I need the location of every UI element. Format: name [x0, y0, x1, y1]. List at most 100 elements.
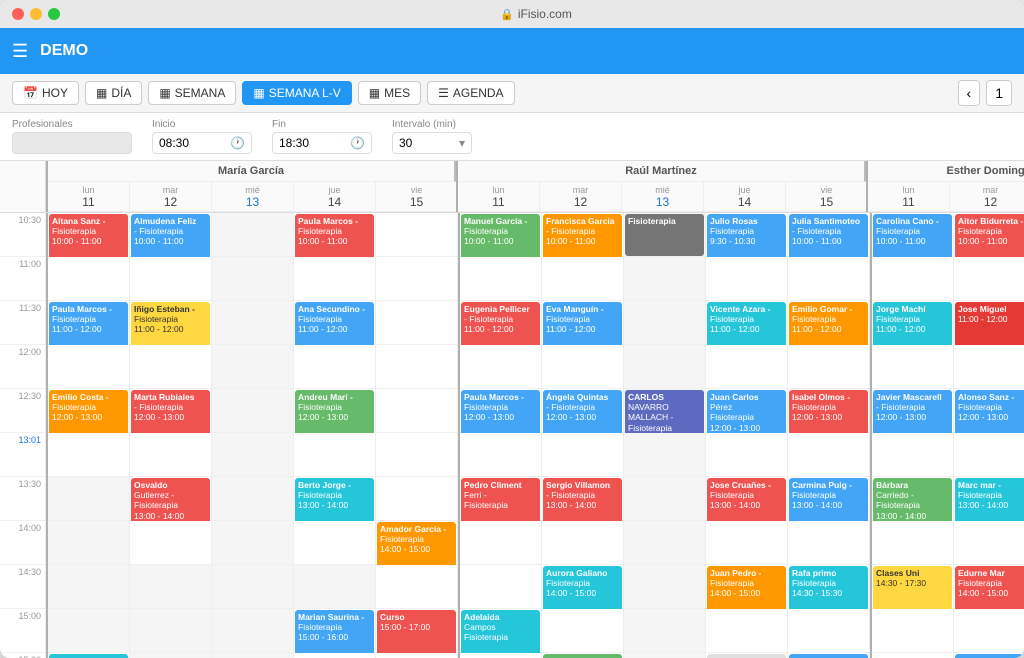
nav-next[interactable]: 1	[986, 80, 1012, 106]
esther-mar-slot-1300	[954, 433, 1024, 477]
day-esther-lun: lun11	[868, 182, 950, 212]
maria-jue-slot-1430	[294, 565, 375, 609]
raul-jue-col: Julio Rosas Fisioterapia 9:30 - 10:30 Vi…	[706, 213, 788, 658]
day-raul-mie: mié13	[622, 182, 704, 212]
maria-vie-slot-1330	[376, 477, 457, 521]
maria-lun-slot-1530: Joaquín Martínez - Fisioterapia 15:00 - …	[48, 653, 129, 658]
raul-vie-slot-1130: Emilio Gomar - Fisioterapia 11:00 - 12:0…	[788, 301, 869, 345]
event-marian-saurina[interactable]: Marian Saurina - Fisioterapia 15:00 - 16…	[295, 610, 374, 658]
btn-agenda[interactable]: ☰ AGENDA	[427, 81, 514, 105]
raul-jue-slot-1300	[706, 433, 787, 477]
raul-jue-slot-1430: Juan Pedro - Fisioterapia 14:00 - 15:00	[706, 565, 787, 609]
btn-semana-lv[interactable]: ▦ SEMANA L-V	[242, 81, 351, 105]
event-beatriz-rios[interactable]: Beatriz Ríos Fisioterapia 15:00 - 16:00	[543, 654, 622, 658]
maria-mie-slot-1330	[212, 477, 293, 521]
day-icon: ▦	[96, 86, 107, 100]
maria-vie-slot-1400: Amador García - Fisioterapia 14:00 - 15:…	[376, 521, 457, 565]
esther-mar-slot-1430: Edurne Mar Fisioterapia 14:00 - 15:00	[954, 565, 1024, 609]
raul-mie-slot-1300	[624, 433, 705, 477]
window-title: 🔒 iFisio.com	[60, 7, 1012, 21]
btn-dia[interactable]: ▦ DÍA	[85, 81, 142, 105]
esther-mar-slot-1030: Aitor Bidurreta - Fisioterapia 10:00 - 1…	[954, 213, 1024, 257]
maria-vie-slot-1300	[376, 433, 457, 477]
raul-mar-col: Francisca García - Fisioterapia 10:00 - …	[542, 213, 624, 658]
day-maria-lun: lun11	[48, 182, 130, 212]
btn-mes[interactable]: ▦ MES	[358, 81, 421, 105]
maria-jue-slot-1230: Andreu Marí - Fisioterapia 12:00 - 13:00	[294, 389, 375, 433]
raul-mar-slot-1100	[542, 257, 623, 301]
esther-col-group: Carolina Cano - Fisioterapia 10:00 - 11:…	[870, 213, 1024, 658]
raul-lun-slot-1430	[460, 565, 541, 609]
esther-lun-slot-1530	[872, 653, 953, 658]
minimize-button[interactable]	[30, 8, 42, 20]
raul-vie-col: Julia Santimoteo - Fisioterapia 10:00 - …	[788, 213, 870, 658]
raul-vie-slot-1330: Carmina Puig - Fisioterapia 13:00 - 14:0…	[788, 477, 869, 521]
maria-mie-col	[212, 213, 294, 658]
raul-vie-slot-1230: Isabel Olmos - Fisioterapia 12:00 - 13:0…	[788, 389, 869, 433]
event-maribel-verdu[interactable]: Maribel Verdú - Fisioterapia 15:00 - 16:…	[789, 654, 868, 658]
raul-lun-slot-1100	[460, 257, 541, 301]
maria-vie-slot-1230	[376, 389, 457, 433]
maria-mie-slot-1030	[212, 213, 293, 257]
all-columns: Aitana Sanz - Fisioterapia 10:00 - 11:00…	[46, 213, 1024, 658]
raul-jue-slot-1330: Jose Cruañes - Fisioterapia 13:00 - 14:0…	[706, 477, 787, 521]
month-icon: ▦	[369, 86, 380, 100]
raul-jue-slot-1030: Julio Rosas Fisioterapia 9:30 - 10:30	[706, 213, 787, 257]
event-adelaida[interactable]: Adelaida Campos Fisioterapia	[461, 610, 540, 658]
raul-lun-slot-1200	[460, 345, 541, 389]
agenda-icon: ☰	[438, 86, 449, 100]
title-bar: 🔒 iFisio.com	[0, 0, 1024, 28]
chevron-down-icon: ▾	[459, 136, 465, 150]
raul-mar-slot-1300	[542, 433, 623, 477]
maria-vie-slot-1200	[376, 345, 457, 389]
btn-semana[interactable]: ▦ SEMANA	[148, 81, 236, 105]
week-lv-icon: ▦	[253, 86, 264, 100]
intervalo-value: 30	[399, 136, 412, 150]
maria-mie-slot-1530	[212, 653, 293, 658]
raul-mie-slot-1330	[624, 477, 705, 521]
maria-mar-slot-1130: Iñigo Esteban - Fisioterapia 11:00 - 12:…	[130, 301, 211, 345]
maximize-button[interactable]	[48, 8, 60, 20]
close-button[interactable]	[12, 8, 24, 20]
maria-lun-slot-1130: Paula Marcos - Fisioterapia 11:00 - 12:0…	[48, 301, 129, 345]
maria-lun-slot-1100	[48, 257, 129, 301]
nav-prev[interactable]: ‹	[958, 80, 981, 106]
calendar-header: María García lun11 mar12 mié13 jue14	[0, 161, 1024, 213]
maria-mar-slot-1100	[130, 257, 211, 301]
esther-mar-slot-1230: Alonso Sanz - Fisioterapia 12:00 - 13:00	[954, 389, 1024, 433]
raul-lun-slot-1400	[460, 521, 541, 565]
esther-lun-slot-1200	[872, 345, 953, 389]
maria-mie-slot-1400	[212, 521, 293, 565]
maria-lun-slot-1430	[48, 565, 129, 609]
filter-profesionales: Profesionales	[12, 119, 132, 154]
event-joaquin-martinez-lun[interactable]: Joaquín Martínez - Fisioterapia 15:00 - …	[49, 654, 128, 658]
event-curso[interactable]: Curso 15:00 - 17:00	[377, 610, 456, 658]
profesionales-input[interactable]	[12, 132, 132, 154]
esther-mar-col: Aitor Bidurreta - Fisioterapia 10:00 - 1…	[954, 213, 1024, 658]
event-facturar[interactable]: Facturar	[707, 654, 786, 658]
filter-fin: Fin 18:30 🕐	[272, 119, 372, 154]
event-fisioterapia-mie[interactable]: Fisioterapia	[625, 214, 704, 256]
raul-mar-slot-1030: Francisca García - Fisioterapia 10:00 - …	[542, 213, 623, 257]
maria-mie-slot-1100	[212, 257, 293, 301]
body-columns: Aitana Sanz - Fisioterapia 10:00 - 11:00…	[46, 213, 1024, 658]
prof-group-raul: Raúl Martínez lun11 mar12 mié13 jue14	[456, 161, 866, 212]
esther-lun-slot-1330: Bárbara Carriedo - Fisioterapia 13:00 - …	[872, 477, 953, 521]
btn-hoy[interactable]: 📅 HOY	[12, 81, 79, 105]
raul-lun-slot-1530	[460, 653, 541, 658]
day-maria-jue: jue14	[294, 182, 376, 212]
event-matias-fer[interactable]: Matias Fer - Fisioterapia 15:00 - 16:00	[955, 654, 1024, 658]
raul-jue-slot-1530: Facturar	[706, 653, 787, 658]
esther-lun-slot-1400	[872, 521, 953, 565]
maria-mar-slot-1230: Marta Rubiales - Fisioterapia 12:00 - 13…	[130, 389, 211, 433]
raul-mar-slot-1400	[542, 521, 623, 565]
menu-icon[interactable]: ☰	[12, 41, 28, 62]
raul-mar-slot-1500	[542, 609, 623, 653]
lock-icon: 🔒	[500, 8, 514, 21]
raul-mie-slot-1100	[624, 257, 705, 301]
raul-jue-slot-1230: Juan Carlos Pérez Fisioterapia 12:00 - 1…	[706, 389, 787, 433]
maria-mie-slot-1430	[212, 565, 293, 609]
maria-jue-slot-1130: Ana Secundino - Fisioterapia 11:00 - 12:…	[294, 301, 375, 345]
maria-mar-slot-1200	[130, 345, 211, 389]
maria-mar-slot-1530	[130, 653, 211, 658]
